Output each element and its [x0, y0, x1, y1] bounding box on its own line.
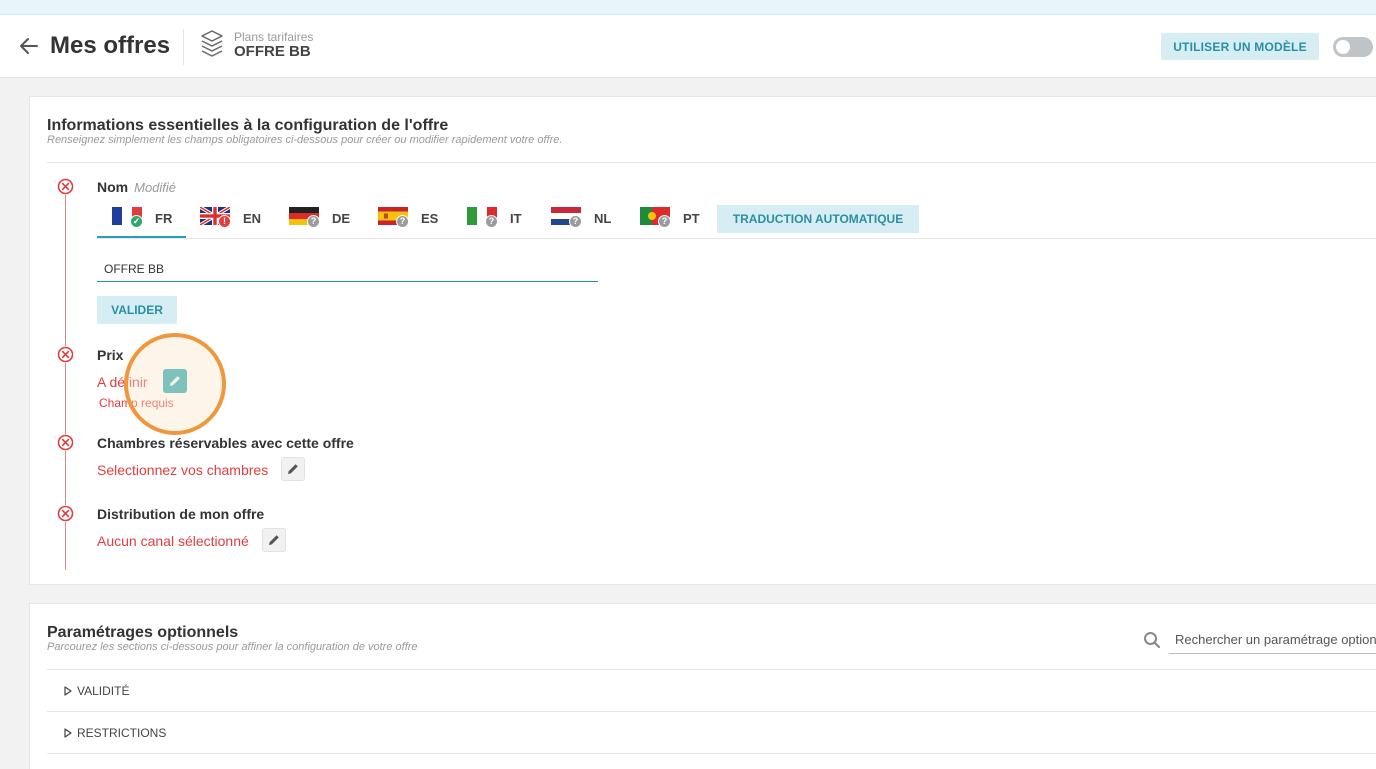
pencil-icon: [288, 464, 298, 474]
toggle-knob: [1336, 40, 1350, 54]
breadcrumb-parent[interactable]: Plans tarifaires: [234, 30, 313, 44]
section-restrictions[interactable]: RESTRICTIONS: [47, 712, 1376, 754]
page-title: Mes offres: [50, 32, 171, 59]
use-template-button[interactable]: UTILISER UN MODÈLE: [1161, 33, 1319, 60]
section-label: VALIDITÉ: [77, 683, 130, 698]
expand-triangle-icon: [64, 685, 72, 696]
top-notification-strip: [0, 0, 1376, 15]
check-badge-icon: ✓: [130, 215, 143, 228]
required-field-message: Champ requis: [99, 396, 174, 410]
lang-code: FR: [155, 211, 173, 226]
essentials-subtitle: Renseignez simplement les champs obligat…: [47, 134, 563, 146]
template-toggle[interactable]: [1333, 37, 1373, 57]
breadcrumb-current: OFFRE BB: [234, 43, 311, 60]
tabs-divider: [97, 238, 1376, 239]
back-arrow-icon[interactable]: [18, 35, 40, 57]
optional-subtitle: Parcourez les sections ci-dessous pour a…: [47, 641, 418, 653]
unknown-badge-icon: ?: [396, 215, 409, 228]
lang-code: NL: [594, 211, 612, 226]
layers-icon: [201, 30, 223, 57]
tab-lang-pt[interactable]: ? PT: [640, 205, 710, 238]
pencil-icon: [170, 376, 180, 386]
lang-code: ES: [421, 211, 439, 226]
pencil-icon: [269, 535, 279, 545]
unknown-badge-icon: ?: [307, 215, 320, 228]
tab-lang-en[interactable]: ! EN: [200, 205, 270, 238]
expand-triangle-icon: [64, 727, 72, 738]
page-header: Mes offres Plans tarifaires OFFRE BB UTI…: [0, 15, 1376, 78]
unknown-badge-icon: ?: [569, 215, 582, 228]
tab-lang-es[interactable]: ? ES: [378, 205, 448, 238]
error-badge-icon: !: [218, 215, 231, 228]
edit-distribution-button[interactable]: [262, 528, 286, 552]
select-rooms-link[interactable]: Selectionnez vos chambres: [97, 462, 268, 478]
error-circle-icon: [57, 505, 74, 522]
price-label: Prix: [97, 347, 124, 363]
tab-lang-de[interactable]: ? DE: [289, 205, 359, 238]
name-label: Nom Modifié: [97, 179, 176, 195]
tab-lang-fr[interactable]: ✓ FR: [97, 205, 186, 238]
no-channel-link[interactable]: Aucun canal sélectionné: [97, 533, 249, 549]
header-divider: [183, 29, 184, 65]
rooms-label: Chambres réservables avec cette offre: [97, 435, 354, 451]
essentials-title: Informations essentielles à la configura…: [47, 117, 449, 134]
essentials-divider: [47, 162, 1376, 163]
edit-price-button[interactable]: [163, 369, 187, 393]
unknown-badge-icon: ?: [485, 215, 498, 228]
optional-settings-card: Paramétrages optionnels Parcourez les se…: [29, 603, 1376, 769]
unknown-badge-icon: ?: [658, 215, 671, 228]
lang-code: EN: [243, 211, 262, 226]
error-circle-icon: [57, 178, 74, 195]
validate-button[interactable]: VALIDER: [97, 296, 177, 324]
search-icon: [1144, 632, 1161, 649]
price-define-link[interactable]: A définir: [97, 374, 148, 390]
error-circle-icon: [57, 346, 74, 363]
distribution-label: Distribution de mon offre: [97, 506, 265, 522]
modified-tag: Modifié: [134, 180, 177, 195]
offer-name-input[interactable]: [97, 257, 598, 282]
section-validity[interactable]: VALIDITÉ: [47, 670, 1376, 712]
lang-code: PT: [683, 211, 700, 226]
tab-lang-it[interactable]: ? IT: [467, 205, 537, 238]
essentials-card: Informations essentielles à la configura…: [29, 96, 1376, 585]
lang-code: IT: [510, 211, 522, 226]
name-label-text: Nom: [97, 179, 129, 195]
lang-code: DE: [332, 211, 351, 226]
error-circle-icon: [57, 434, 74, 451]
section-label: RESTRICTIONS: [77, 725, 167, 740]
tab-lang-nl[interactable]: ? NL: [551, 205, 621, 238]
edit-rooms-button[interactable]: [281, 457, 305, 481]
auto-translate-button[interactable]: TRADUCTION AUTOMATIQUE: [717, 205, 919, 233]
optional-search-input[interactable]: [1169, 626, 1376, 654]
optional-title: Paramétrages optionnels: [47, 624, 239, 641]
